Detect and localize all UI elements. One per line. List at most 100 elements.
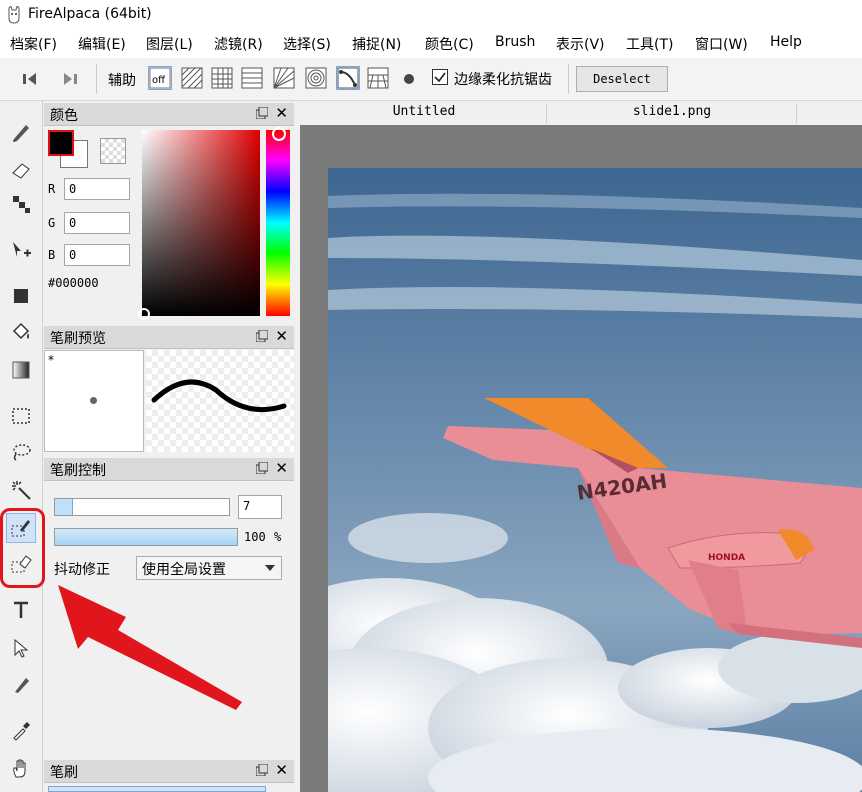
dot-icon[interactable]: [404, 74, 414, 84]
paint-bucket-icon: [12, 322, 30, 340]
brush-size-input[interactable]: 7: [238, 495, 282, 519]
redo-button[interactable]: [56, 66, 82, 92]
close-icon[interactable]: ✕: [275, 761, 288, 779]
dock-icon[interactable]: [256, 330, 268, 342]
menu-file[interactable]: 档案(F): [10, 34, 57, 54]
hand-icon: [13, 759, 26, 778]
menu-select[interactable]: 选择(S): [283, 34, 331, 54]
guide-label: 辅助: [108, 73, 136, 89]
menu-color[interactable]: 颜色(C): [425, 34, 474, 54]
guide-concentric-button[interactable]: [304, 66, 328, 90]
smudge-tool[interactable]: [6, 669, 36, 699]
fill-rect-tool[interactable]: [6, 281, 36, 311]
guide-perspective-button[interactable]: [272, 66, 296, 90]
eyedropper-icon: [13, 722, 30, 741]
menu-view[interactable]: 表示(V): [556, 34, 605, 54]
grid-icon: [211, 67, 233, 89]
menu-filter[interactable]: 滤镜(R): [214, 34, 263, 54]
hue-slider[interactable]: [266, 127, 290, 316]
brush-size-slider[interactable]: [54, 498, 230, 516]
concentric-icon: [305, 67, 327, 89]
eyedropper-tool[interactable]: [6, 715, 36, 745]
brush-size-fill: [55, 499, 74, 515]
color-panel-header: 颜色 ✕: [44, 103, 294, 126]
undo-button[interactable]: [18, 66, 44, 92]
move-arrow-icon: [13, 242, 31, 257]
menu-layer[interactable]: 图层(L): [146, 34, 193, 54]
lasso-tool[interactable]: [6, 437, 36, 467]
stroke-curve-icon: [151, 379, 287, 413]
bucket-tool[interactable]: [6, 317, 36, 347]
primary-color-swatch[interactable]: [48, 130, 74, 156]
menu-tools[interactable]: 工具(T): [626, 34, 673, 54]
dock-icon[interactable]: [256, 764, 268, 776]
magic-wand-tool[interactable]: [6, 475, 36, 505]
guide-horizontal-button[interactable]: [240, 66, 264, 90]
brush-tip-preview: *: [44, 350, 144, 452]
brush-control-title: 笔刷控制: [50, 463, 106, 479]
close-icon[interactable]: ✕: [275, 459, 288, 477]
pen-tool[interactable]: [6, 117, 36, 147]
g-input[interactable]: 0: [64, 212, 130, 234]
b-input[interactable]: 0: [64, 244, 130, 266]
transparent-color-swatch[interactable]: [100, 138, 126, 164]
close-icon[interactable]: ✕: [275, 327, 288, 345]
gradient-tool[interactable]: [6, 355, 36, 385]
saturation-value-picker[interactable]: [138, 130, 260, 320]
hand-tool[interactable]: [6, 753, 36, 783]
brush-preview-header: 笔刷预览 ✕: [44, 326, 294, 349]
close-icon[interactable]: ✕: [275, 104, 288, 122]
r-input[interactable]: 0: [64, 178, 130, 200]
brush-panel-title: 笔刷: [50, 765, 78, 781]
g-label: G: [48, 216, 56, 230]
eraser-tool[interactable]: [6, 155, 36, 185]
dot-pen-tool[interactable]: [6, 189, 36, 219]
pixel-icon: [13, 196, 30, 213]
pen-icon: [13, 125, 29, 142]
menu-snap[interactable]: 捕捉(N): [352, 34, 401, 54]
tab-untitled[interactable]: Untitled: [302, 104, 547, 124]
menu-help[interactable]: Help: [770, 34, 802, 50]
brush-preview-title: 笔刷预览: [50, 331, 106, 347]
hue-cursor: [272, 127, 286, 141]
menu-brush[interactable]: Brush: [495, 34, 535, 50]
diagonal-lines-icon: [181, 67, 203, 89]
document-tabs: Untitled slide1.png: [300, 101, 862, 126]
antialias-checkbox[interactable]: [432, 69, 448, 85]
chevron-down-icon: [265, 565, 275, 571]
text-tool[interactable]: [6, 595, 36, 625]
lasso-icon: [13, 444, 31, 461]
operation-tool[interactable]: [6, 633, 36, 663]
red-arrow-annotation: [58, 585, 242, 710]
canvas-image[interactable]: N420AH HONDA: [328, 168, 862, 792]
dock-icon[interactable]: [256, 107, 268, 119]
dock-icon[interactable]: [256, 462, 268, 474]
highlight-box: [0, 508, 45, 588]
opacity-slider[interactable]: [54, 528, 238, 546]
text-T-icon: [14, 601, 28, 618]
b-label: B: [48, 248, 56, 262]
guide-grid-button[interactable]: [210, 66, 234, 90]
undo-icon: [23, 73, 36, 85]
tab-slide1[interactable]: slide1.png: [548, 104, 797, 124]
brush-list-item[interactable]: [48, 786, 266, 792]
deselect-button[interactable]: Deselect: [576, 66, 668, 92]
opacity-fill: [55, 529, 237, 545]
rect-select-tool[interactable]: [6, 401, 36, 431]
menu-edit[interactable]: 编辑(E): [78, 34, 126, 54]
eraser-icon: [12, 163, 30, 179]
gradient-icon: [12, 361, 30, 379]
preview-marker: *: [48, 353, 54, 367]
menu-bar: 档案(F) 编辑(E) 图层(L) 滤镜(R) 选择(S) 捕捉(N) 颜色(C…: [0, 30, 862, 58]
antialias-label: 边缘柔化抗锯齿: [454, 72, 552, 88]
menu-window[interactable]: 窗口(W): [695, 34, 748, 54]
hex-value: #000000: [48, 276, 99, 290]
perspective-icon: [273, 67, 295, 89]
guide-curve-button[interactable]: [336, 66, 360, 90]
move-tool[interactable]: [6, 235, 36, 265]
guide-off-button[interactable]: off: [148, 66, 172, 90]
guide-diagonal-button[interactable]: [180, 66, 204, 90]
wavy-lines-icon: [241, 67, 263, 89]
guide-3d-button[interactable]: [366, 66, 390, 90]
checkmark-icon: [434, 72, 446, 83]
